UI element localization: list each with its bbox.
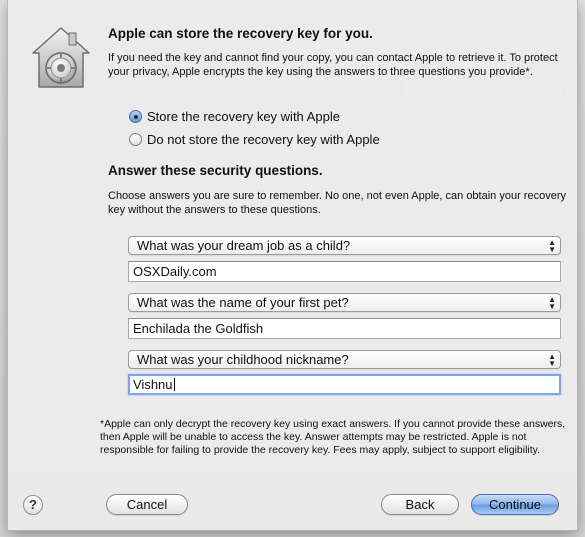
recovery-key-sheet: Apple can store the recovery key for you…: [7, 0, 578, 531]
question-3-text: What was your childhood nickname?: [137, 352, 349, 367]
question-1-text: What was your dream job as a child?: [137, 238, 351, 253]
footnote-text: *Apple can only decrypt the recovery key…: [100, 418, 566, 457]
answer-1-field[interactable]: OSXDaily.com: [128, 261, 561, 282]
store-with-apple-label: Store the recovery key with Apple: [147, 109, 340, 124]
answer-3-field[interactable]: Vishnu: [128, 374, 561, 395]
help-button[interactable]: ?: [23, 495, 43, 515]
answer-3-value: Vishnu: [133, 377, 173, 392]
do-not-store-option[interactable]: Do not store the recovery key with Apple: [129, 132, 380, 147]
filevault-house-icon: [32, 27, 90, 88]
answer-2-field[interactable]: Enchilada the Goldfish: [128, 318, 561, 339]
cancel-button[interactable]: Cancel: [106, 494, 188, 515]
security-questions-intro: Choose answers you are sure to remember.…: [108, 190, 566, 216]
popup-arrows-icon: ▲ ▼: [548, 237, 556, 254]
popup-arrows-icon: ▲ ▼: [548, 351, 556, 368]
dialog-title: Apple can store the recovery key for you…: [108, 26, 373, 41]
question-2-text: What was the name of your first pet?: [137, 295, 349, 310]
security-questions-title: Answer these security questions.: [108, 163, 323, 178]
question-3-popup[interactable]: What was your childhood nickname? ▲ ▼: [128, 350, 561, 369]
do-not-store-radio[interactable]: [129, 133, 142, 146]
store-with-apple-radio[interactable]: [129, 110, 142, 123]
do-not-store-label: Do not store the recovery key with Apple: [147, 132, 380, 147]
text-cursor: [173, 378, 175, 391]
popup-arrows-icon: ▲ ▼: [548, 294, 556, 311]
intro-text: If you need the key and cannot find your…: [108, 52, 558, 78]
question-1-popup[interactable]: What was your dream job as a child? ▲ ▼: [128, 236, 561, 255]
store-with-apple-option[interactable]: Store the recovery key with Apple: [129, 109, 340, 124]
back-button[interactable]: Back: [381, 494, 459, 515]
question-2-popup[interactable]: What was the name of your first pet? ▲ ▼: [128, 293, 561, 312]
continue-button[interactable]: Continue: [471, 494, 559, 515]
